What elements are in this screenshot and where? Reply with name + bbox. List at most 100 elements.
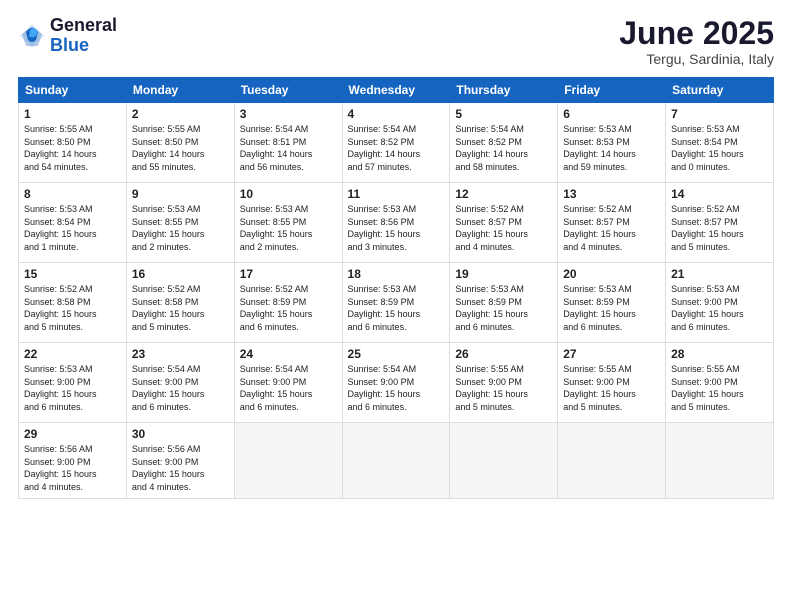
day-number: 29 [24, 427, 121, 441]
day-number: 15 [24, 267, 121, 281]
day-number: 24 [240, 347, 337, 361]
calendar-cell: 9Sunrise: 5:53 AM Sunset: 8:55 PM Daylig… [126, 183, 234, 263]
calendar-header-friday: Friday [558, 78, 666, 103]
calendar-cell: 2 Sunrise: 5:55 AM Sunset: 8:50 PM Daylig… [126, 103, 234, 183]
day-info: Sunrise: 5:55 AM Sunset: 9:00 PM Dayligh… [563, 363, 660, 413]
day-info: Sunrise: 5:52 AM Sunset: 8:57 PM Dayligh… [455, 203, 552, 253]
calendar-cell: 10 Sunrise: 5:53 AM Sunset: 8:55 PM Dayli… [234, 183, 342, 263]
calendar-cell: 22 Sunrise: 5:53 AM Sunset: 9:00 PM Dayli… [19, 343, 127, 423]
calendar-header-sunday: Sunday [19, 78, 127, 103]
calendar-cell: 12Sunrise: 5:52 AM Sunset: 8:57 PM Dayli… [450, 183, 558, 263]
day-info: Sunrise: 5:55 AM Sunset: 9:00 PM Dayligh… [455, 363, 552, 413]
calendar-header-saturday: Saturday [666, 78, 774, 103]
day-number: 13 [563, 187, 660, 201]
calendar-cell: 19Sunrise: 5:53 AM Sunset: 8:59 PM Dayli… [450, 263, 558, 343]
calendar-cell: 26Sunrise: 5:55 AM Sunset: 9:00 PM Dayli… [450, 343, 558, 423]
day-info: Sunrise: 5:53 AM Sunset: 8:59 PM Dayligh… [348, 283, 445, 333]
calendar-cell [666, 423, 774, 498]
day-number: 28 [671, 347, 768, 361]
calendar-week-row-5: 29 Sunrise: 5:56 AM Sunset: 9:00 PM Dayli… [19, 423, 774, 498]
day-info: Sunrise: 5:54 AM Sunset: 9:00 PM Dayligh… [348, 363, 445, 413]
calendar-cell: 18 Sunrise: 5:53 AM Sunset: 8:59 PM Dayli… [342, 263, 450, 343]
calendar-cell: 20Sunrise: 5:53 AM Sunset: 8:59 PM Dayli… [558, 263, 666, 343]
day-info: Sunrise: 5:52 AM Sunset: 8:59 PM Dayligh… [240, 283, 337, 333]
day-info: Sunrise: 5:52 AM Sunset: 8:58 PM Dayligh… [24, 283, 121, 333]
day-number: 16 [132, 267, 229, 281]
day-info: Sunrise: 5:53 AM Sunset: 8:55 PM Dayligh… [240, 203, 337, 253]
day-number: 11 [348, 187, 445, 201]
calendar-cell: 21 Sunrise: 5:53 AM Sunset: 9:00 PM Dayli… [666, 263, 774, 343]
calendar-cell: 16 Sunrise: 5:52 AM Sunset: 8:58 PM Dayli… [126, 263, 234, 343]
day-info: Sunrise: 5:53 AM Sunset: 8:53 PM Dayligh… [563, 123, 660, 173]
logo-icon [18, 22, 46, 50]
day-info: Sunrise: 5:52 AM Sunset: 8:58 PM Dayligh… [132, 283, 229, 333]
calendar-cell: 11 Sunrise: 5:53 AM Sunset: 8:56 PM Dayli… [342, 183, 450, 263]
location: Tergu, Sardinia, Italy [619, 51, 774, 67]
day-number: 10 [240, 187, 337, 201]
calendar-cell [342, 423, 450, 498]
logo-general-text: General [50, 16, 117, 36]
calendar-cell: 5 Sunrise: 5:54 AM Sunset: 8:52 PM Daylig… [450, 103, 558, 183]
day-info: Sunrise: 5:54 AM Sunset: 8:51 PM Dayligh… [240, 123, 337, 173]
page: General Blue June 2025 Tergu, Sardinia, … [0, 0, 792, 612]
calendar-header-wednesday: Wednesday [342, 78, 450, 103]
logo-text: General Blue [50, 16, 117, 56]
day-info: Sunrise: 5:53 AM Sunset: 8:54 PM Dayligh… [671, 123, 768, 173]
day-number: 8 [24, 187, 121, 201]
day-number: 22 [24, 347, 121, 361]
calendar-header-thursday: Thursday [450, 78, 558, 103]
day-number: 25 [348, 347, 445, 361]
day-number: 4 [348, 107, 445, 121]
day-number: 20 [563, 267, 660, 281]
day-info: Sunrise: 5:54 AM Sunset: 9:00 PM Dayligh… [240, 363, 337, 413]
day-number: 2 [132, 107, 229, 121]
day-number: 30 [132, 427, 229, 441]
day-number: 21 [671, 267, 768, 281]
calendar-cell: 15 Sunrise: 5:52 AM Sunset: 8:58 PM Dayli… [19, 263, 127, 343]
calendar-cell: 28Sunrise: 5:55 AM Sunset: 9:00 PM Dayli… [666, 343, 774, 423]
calendar-cell: 3 Sunrise: 5:54 AM Sunset: 8:51 PM Daylig… [234, 103, 342, 183]
day-number: 18 [348, 267, 445, 281]
day-number: 19 [455, 267, 552, 281]
day-info: Sunrise: 5:52 AM Sunset: 8:57 PM Dayligh… [671, 203, 768, 253]
day-info: Sunrise: 5:56 AM Sunset: 9:00 PM Dayligh… [132, 443, 229, 493]
day-info: Sunrise: 5:53 AM Sunset: 8:56 PM Dayligh… [348, 203, 445, 253]
day-number: 17 [240, 267, 337, 281]
day-number: 27 [563, 347, 660, 361]
day-number: 7 [671, 107, 768, 121]
calendar-cell: 14Sunrise: 5:52 AM Sunset: 8:57 PM Dayli… [666, 183, 774, 263]
day-number: 5 [455, 107, 552, 121]
logo-blue-text: Blue [50, 36, 117, 56]
day-info: Sunrise: 5:53 AM Sunset: 9:00 PM Dayligh… [24, 363, 121, 413]
day-number: 1 [24, 107, 121, 121]
day-info: Sunrise: 5:56 AM Sunset: 9:00 PM Dayligh… [24, 443, 121, 493]
calendar-cell: 6 Sunrise: 5:53 AM Sunset: 8:53 PM Daylig… [558, 103, 666, 183]
calendar-cell: 29 Sunrise: 5:56 AM Sunset: 9:00 PM Dayli… [19, 423, 127, 498]
calendar-header-tuesday: Tuesday [234, 78, 342, 103]
calendar-cell: 30 Sunrise: 5:56 AM Sunset: 9:00 PM Dayli… [126, 423, 234, 498]
day-number: 3 [240, 107, 337, 121]
day-info: Sunrise: 5:53 AM Sunset: 8:54 PM Dayligh… [24, 203, 121, 253]
day-info: Sunrise: 5:55 AM Sunset: 8:50 PM Dayligh… [24, 123, 121, 173]
calendar-cell [234, 423, 342, 498]
day-number: 6 [563, 107, 660, 121]
calendar-cell: 17 Sunrise: 5:52 AM Sunset: 8:59 PM Dayli… [234, 263, 342, 343]
day-info: Sunrise: 5:53 AM Sunset: 9:00 PM Dayligh… [671, 283, 768, 333]
calendar-cell: 8 Sunrise: 5:53 AM Sunset: 8:54 PM Daylig… [19, 183, 127, 263]
day-number: 23 [132, 347, 229, 361]
calendar-cell: 4Sunrise: 5:54 AM Sunset: 8:52 PM Daylig… [342, 103, 450, 183]
calendar-cell: 25 Sunrise: 5:54 AM Sunset: 9:00 PM Dayli… [342, 343, 450, 423]
calendar-cell: 24 Sunrise: 5:54 AM Sunset: 9:00 PM Dayli… [234, 343, 342, 423]
calendar-week-row-2: 8 Sunrise: 5:53 AM Sunset: 8:54 PM Daylig… [19, 183, 774, 263]
day-info: Sunrise: 5:55 AM Sunset: 8:50 PM Dayligh… [132, 123, 229, 173]
calendar-week-row-3: 15 Sunrise: 5:52 AM Sunset: 8:58 PM Dayli… [19, 263, 774, 343]
header: General Blue June 2025 Tergu, Sardinia, … [18, 16, 774, 67]
calendar-cell: 7 Sunrise: 5:53 AM Sunset: 8:54 PM Daylig… [666, 103, 774, 183]
day-info: Sunrise: 5:54 AM Sunset: 9:00 PM Dayligh… [132, 363, 229, 413]
calendar-week-row-1: 1 Sunrise: 5:55 AM Sunset: 8:50 PM Daylig… [19, 103, 774, 183]
calendar-header-row: SundayMondayTuesdayWednesdayThursdayFrid… [19, 78, 774, 103]
day-info: Sunrise: 5:52 AM Sunset: 8:57 PM Dayligh… [563, 203, 660, 253]
calendar-week-row-4: 22 Sunrise: 5:53 AM Sunset: 9:00 PM Dayli… [19, 343, 774, 423]
logo: General Blue [18, 16, 117, 56]
day-info: Sunrise: 5:54 AM Sunset: 8:52 PM Dayligh… [455, 123, 552, 173]
